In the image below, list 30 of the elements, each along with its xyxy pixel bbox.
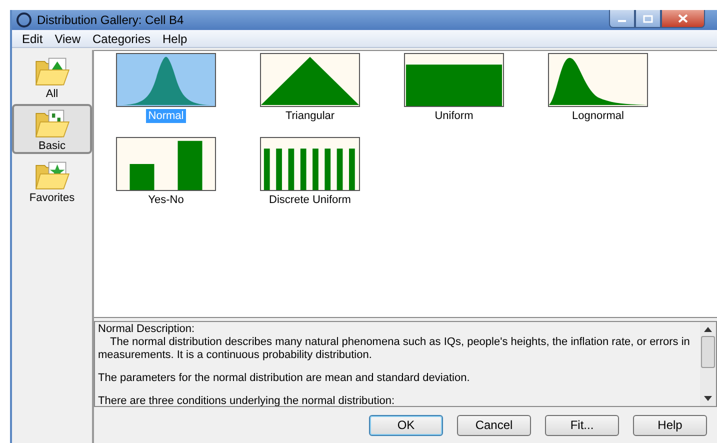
app-logo-icon — [16, 12, 32, 28]
scroll-up-icon[interactable] — [704, 326, 712, 332]
category-item[interactable]: All — [12, 52, 92, 102]
menu-item[interactable]: Categories — [86, 32, 157, 46]
dialog-button[interactable]: Cancel — [457, 414, 531, 436]
distribution-label[interactable]: Yes-No — [146, 193, 186, 207]
distribution-label[interactable]: Triangular — [283, 109, 337, 123]
distribution-label[interactable]: Discrete Uniform — [267, 193, 353, 207]
close-icon — [678, 14, 688, 23]
minimize-button[interactable] — [609, 10, 635, 28]
window-title: Distribution Gallery: Cell B4 — [37, 13, 185, 28]
distribution-label[interactable]: Uniform — [432, 109, 476, 123]
menu-item[interactable]: Help — [156, 32, 194, 46]
category-item[interactable]: Favorites — [12, 156, 92, 206]
maximize-button[interactable] — [635, 10, 661, 28]
menu-item[interactable]: Edit — [16, 32, 49, 46]
dialog-button[interactable]: Fit... — [545, 414, 619, 436]
scroll-down-icon[interactable] — [704, 396, 712, 402]
maximize-icon — [643, 14, 653, 22]
menu-item[interactable]: View — [48, 32, 86, 46]
description-paragraph: The normal distribution describes many natural phenomena such as IQs, people's heights, the inflation rate, or errors in measurements. It is a continuous probability distribution. — [98, 336, 691, 362]
description-title: Normal Description: — [98, 323, 196, 336]
dialog-button[interactable]: OK — [369, 414, 443, 436]
scrollbar[interactable] — [700, 322, 716, 406]
description-paragraph: The parameters for the normal distribution are mean and standard deviation. — [98, 372, 471, 385]
description-paragraph: There are three conditions underlying the normal distribution: — [98, 395, 396, 406]
close-button[interactable] — [661, 10, 705, 28]
distribution-label[interactable]: Lognormal — [570, 109, 626, 123]
dialog-button[interactable]: Help — [633, 414, 707, 436]
category-item[interactable]: Basic — [12, 104, 92, 154]
